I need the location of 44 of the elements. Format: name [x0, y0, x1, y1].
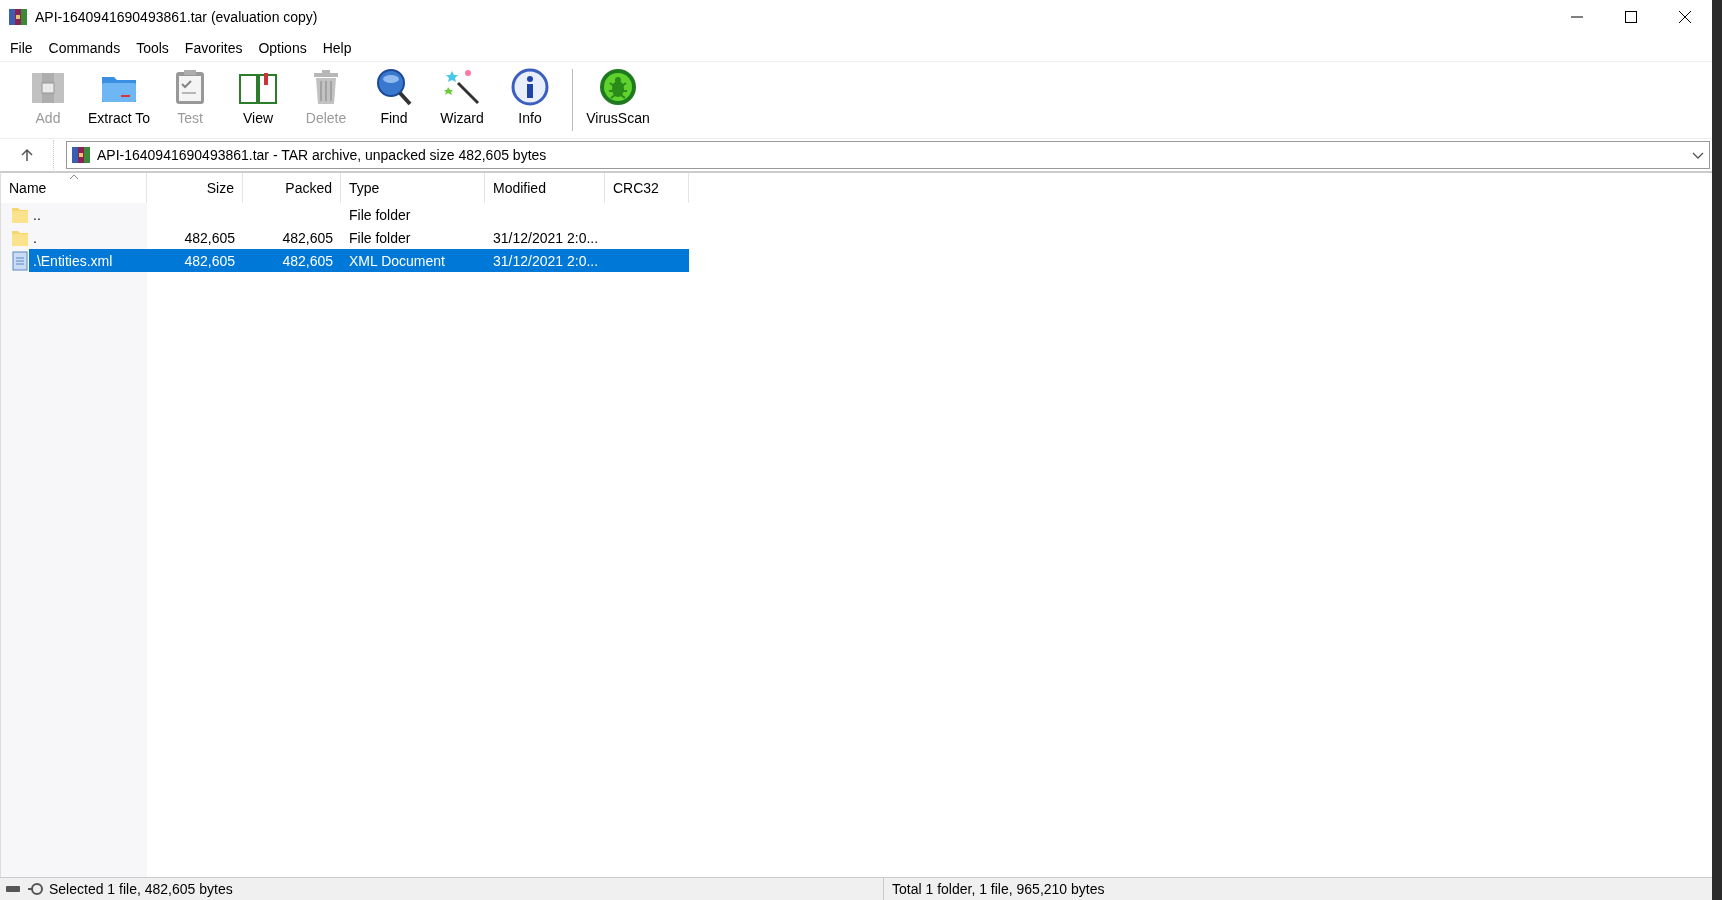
address-field[interactable]: API-1640941690493861.tar - TAR archive, unpacked size 482,605 bytes: [66, 141, 1710, 169]
menu-item[interactable]: File: [2, 36, 41, 59]
menu-item[interactable]: Options: [250, 36, 315, 59]
toolbar-button[interactable]: Info: [496, 65, 564, 135]
archive-icon: [8, 7, 28, 27]
file-row[interactable]: .. File folder: [29, 203, 689, 226]
menu-item[interactable]: Favorites: [176, 36, 251, 59]
table-cell-text: XML Document: [348, 251, 446, 271]
table-cell-text: 482,605: [183, 251, 236, 271]
table-cell-text: 482,605: [281, 251, 334, 271]
file-name: .\Entities.xml: [32, 251, 114, 271]
table-cell-text: 31/12/2021 2:0...: [492, 228, 600, 248]
window-title: API-1640941690493861.tar (evaluation copy): [35, 9, 318, 25]
toolbar-button[interactable]: Extract To: [82, 65, 156, 135]
info-icon: [510, 67, 550, 107]
status-text: Total 1 folder, 1 file, 965,210 bytes: [891, 881, 1105, 897]
up-arrow-icon: [19, 148, 34, 162]
status-text: Selected 1 file, 482,605 bytes: [49, 881, 233, 897]
chevron-down-icon: [1692, 150, 1704, 160]
table-cell-text: 31/12/2021 2:0...: [492, 251, 600, 271]
file-name: .: [32, 228, 38, 248]
search-icon: [374, 67, 414, 107]
document-icon: [11, 250, 29, 271]
file-row[interactable]: . 482,605 482,605 File folder 31/12/2021 2:0...: [29, 226, 689, 249]
menu-item[interactable]: Commands: [40, 36, 129, 59]
toolbar-button[interactable]: VirusScan: [581, 65, 655, 135]
minimize-icon: [1571, 16, 1583, 18]
toolbar-button[interactable]: Wizard: [428, 65, 496, 135]
table-cell-text: 482,605: [281, 228, 334, 248]
toolbar-button[interactable]: View: [224, 65, 292, 135]
bug-icon: [598, 67, 638, 107]
file-row[interactable]: .\Entities.xml 482,605 482,605 XML Document 31/12/2021 2:0...: [29, 249, 689, 272]
table-cell-text: File folder: [348, 205, 412, 225]
table-cell-text: File folder: [348, 228, 412, 248]
archive-icon: [71, 145, 91, 165]
key-icon: [27, 882, 43, 896]
table-cell-text: 482,605: [183, 228, 236, 248]
maximize-icon: [1624, 10, 1638, 24]
toolbar-button[interactable]: Find: [360, 65, 428, 135]
menu-item[interactable]: Help: [314, 36, 360, 59]
file-name: ..: [32, 205, 42, 225]
magic-wand-icon: [442, 67, 482, 107]
close-icon: [1678, 10, 1692, 24]
menu-item[interactable]: Tools: [128, 36, 177, 59]
